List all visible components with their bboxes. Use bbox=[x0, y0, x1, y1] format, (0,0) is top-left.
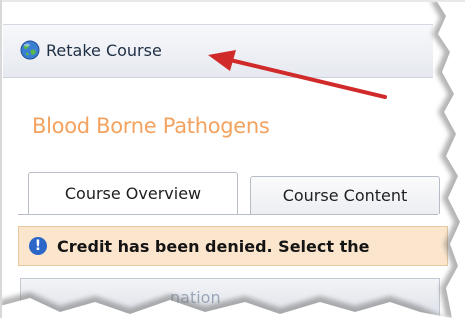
alert-message: Credit has been denied. Select the bbox=[57, 236, 370, 256]
tab-course-content[interactable]: Course Content bbox=[250, 176, 440, 214]
info-icon: ! bbox=[29, 237, 47, 255]
credit-denied-alert: ! Credit has been denied. Select the bbox=[18, 226, 448, 266]
retake-course-label: Retake Course bbox=[46, 40, 162, 60]
course-tabs: Course Overview Course Content bbox=[18, 172, 448, 216]
course-title: Blood Borne Pathogens bbox=[32, 114, 270, 138]
lower-section-header bbox=[20, 278, 440, 318]
retake-course-button[interactable]: Retake Course bbox=[20, 38, 162, 62]
tab-divider bbox=[18, 214, 438, 215]
lower-section-label: nation bbox=[170, 288, 221, 307]
red-arrow-annotation bbox=[208, 50, 387, 99]
tab-course-overview[interactable]: Course Overview bbox=[28, 172, 238, 214]
screenshot: Retake Course Blood Borne Pathogens Cour… bbox=[0, 0, 465, 318]
globe-icon bbox=[20, 40, 40, 60]
